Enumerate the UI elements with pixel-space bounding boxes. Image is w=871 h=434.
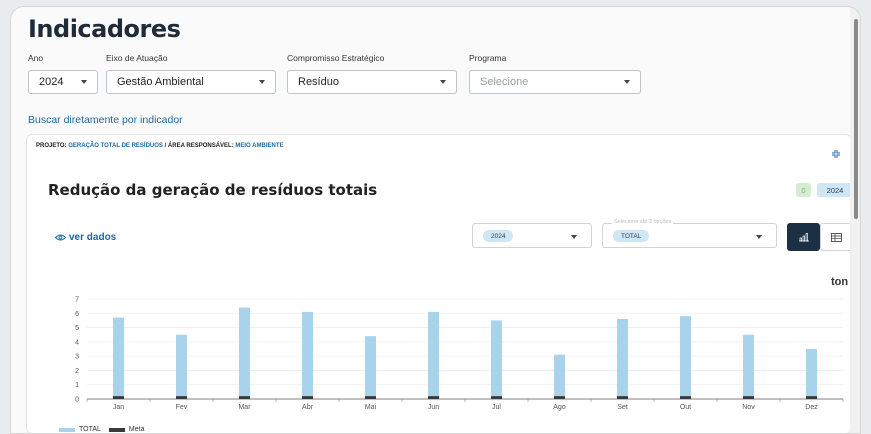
x-tick-label: Ago: [553, 404, 566, 411]
bar-total-jan: [113, 317, 124, 399]
x-tick-label: Dez: [805, 404, 818, 411]
legend-label-total: TOTAL: [79, 426, 101, 433]
bar-meta-out: [680, 396, 691, 399]
bar-total-ago: [554, 354, 565, 399]
indicator-card: PROJETO: GERAÇÃO TOTAL DE RESÍDUOS / ÁRE…: [26, 134, 853, 433]
ano-select[interactable]: 2024: [28, 70, 98, 94]
y-tick-label: 5: [75, 325, 79, 332]
programa-select[interactable]: Selecione: [469, 70, 641, 94]
bar-meta-dez: [806, 396, 817, 399]
scrollbar[interactable]: [850, 7, 860, 433]
bar-meta-jun: [428, 396, 439, 399]
filter-label-programa: Programa: [469, 53, 507, 63]
compromisso-select-value: Resíduo: [298, 76, 339, 88]
page-title: Indicadores: [28, 15, 181, 43]
chart-legend: TOTAL Meta: [59, 426, 144, 433]
chevron-down-icon: [440, 80, 446, 84]
x-tick-label: Abr: [302, 404, 314, 411]
chevron-down-icon: [81, 80, 87, 84]
direct-search-link[interactable]: Buscar diretamente por indicador: [28, 114, 183, 126]
x-tick-label: Out: [680, 404, 691, 411]
bar-meta-set: [617, 396, 628, 399]
bar-total-dez: [806, 349, 817, 399]
bar-total-jun: [428, 311, 439, 399]
y-tick-label: 1: [75, 382, 79, 389]
bar-total-out: [680, 316, 691, 399]
x-tick-label: Nov: [742, 404, 755, 411]
bar-meta-abr: [302, 396, 313, 399]
bar-total-jul: [491, 320, 502, 399]
filter-label-eixo: Eixo de Atuação: [106, 53, 168, 63]
bar-meta-jan: [113, 396, 124, 399]
legend-swatch-total: [59, 427, 75, 432]
x-tick-label: Mai: [365, 404, 377, 411]
filter-label-compromisso: Compromisso Estratégico: [287, 53, 385, 63]
y-tick-label: 2: [75, 368, 79, 375]
x-tick-label: Jun: [428, 404, 439, 411]
x-tick-label: Jan: [113, 404, 124, 411]
legend-swatch-meta: [108, 427, 125, 432]
browser-window: Indicadores Ano Eixo de Atuação Compromi…: [10, 6, 861, 434]
bar-meta-mar: [239, 396, 250, 399]
bar-meta-jul: [491, 396, 502, 399]
bar-meta-nov: [743, 396, 754, 399]
y-tick-label: 0: [75, 397, 79, 404]
bar-total-fev: [176, 334, 187, 399]
filter-label-ano: Ano: [28, 53, 44, 63]
bar-total-abr: [302, 311, 313, 399]
x-tick-label: Fev: [176, 404, 188, 411]
bar-total-nov: [743, 334, 754, 399]
ano-select-value: 2024: [39, 76, 64, 88]
y-tick-label: 6: [75, 311, 79, 318]
x-tick-label: Set: [617, 404, 628, 411]
scrollbar-thumb[interactable]: [854, 19, 858, 219]
y-tick-label: 7: [75, 297, 79, 304]
bar-meta-ago: [554, 396, 565, 399]
y-tick-label: 3: [75, 354, 79, 361]
programa-select-placeholder: Selecione: [480, 76, 529, 88]
eixo-select-value: Gestão Ambiental: [117, 76, 204, 88]
bar-meta-mai: [365, 396, 376, 399]
y-tick-label: 4: [75, 339, 79, 346]
chevron-down-icon: [624, 80, 630, 84]
compromisso-select[interactable]: Resíduo: [287, 70, 457, 94]
bar-total-mar: [239, 307, 250, 399]
x-tick-label: Jul: [492, 404, 501, 411]
chevron-down-icon: [259, 80, 265, 84]
bar-total-set: [617, 319, 628, 399]
bar-meta-fev: [176, 396, 187, 399]
eixo-select[interactable]: Gestão Ambiental: [106, 70, 276, 94]
legend-label-meta: Meta: [128, 426, 145, 433]
bar-total-mai: [365, 336, 376, 399]
x-tick-label: Mar: [238, 404, 251, 411]
bar-chart: 0 1 2 3 4 5 6 7 Jan Fev Mar Abr Mai Jun Jul Ago Set Out No…: [75, 297, 844, 411]
